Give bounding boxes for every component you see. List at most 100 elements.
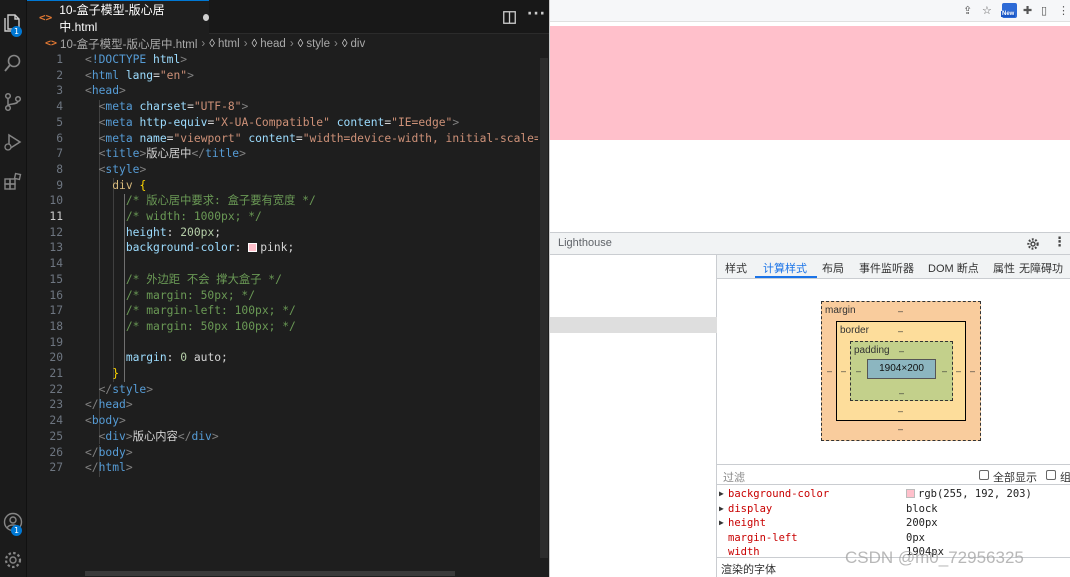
margin-top-value[interactable]: – — [898, 306, 903, 316]
code-line[interactable]: 27 </html> — [27, 460, 537, 476]
extensions-icon[interactable] — [2, 170, 24, 192]
code-line[interactable]: 20 margin: 0 auto; — [27, 350, 537, 366]
line-number: 25 — [49, 429, 63, 443]
settings-gear-icon[interactable] — [2, 549, 24, 571]
unsaved-dot-icon[interactable] — [202, 14, 209, 21]
content-box[interactable]: 1904×200 — [867, 359, 936, 379]
show-all-checkbox[interactable] — [979, 470, 989, 480]
puzzle-extensions-icon[interactable]: ✚ — [1023, 4, 1032, 17]
search-icon[interactable] — [2, 52, 24, 74]
code-line[interactable]: 3 <head> — [27, 83, 537, 99]
split-editor-icon[interactable] — [503, 9, 516, 28]
code-line[interactable]: 26 </body> — [27, 445, 537, 461]
code-line[interactable]: 7 <title>版心居中</title> — [27, 146, 537, 162]
code-line[interactable]: 10 /* 版心居中要求: 盒子要有宽度 */ — [27, 193, 537, 209]
code-editor[interactable]: 1 <!DOCTYPE html> 2 <html lang="en"> 3 <head>… — [27, 52, 549, 572]
extension-new-icon[interactable]: New — [1001, 3, 1017, 18]
code-token: height — [125, 225, 167, 239]
code-line[interactable]: 22 </style> — [27, 382, 537, 398]
scrollbar-thumb[interactable] — [540, 58, 548, 558]
color-swatch-icon[interactable] — [248, 243, 258, 253]
horizontal-scrollbar[interactable] — [85, 571, 455, 576]
group-checkbox[interactable] — [1046, 470, 1056, 480]
computed-property-row[interactable]: ▶ height 200px — [717, 516, 1070, 531]
browser-menu-icon[interactable]: ⋮ — [1058, 4, 1069, 17]
padding-bottom-value[interactable]: – — [899, 388, 904, 398]
breadcrumb-head[interactable]: head — [260, 38, 286, 50]
code-line[interactable]: 18 /* margin: 50px 100px; */ — [27, 319, 537, 335]
code-line[interactable]: 15 /* 外边距 不会 撑大盒子 */ — [27, 272, 537, 288]
breadcrumb-file[interactable]: 10-盒子模型-版心居中.html — [60, 36, 197, 52]
code-line[interactable]: 9 div { — [27, 178, 537, 194]
run-debug-icon[interactable] — [2, 131, 24, 153]
code-text: </body> — [85, 445, 133, 461]
margin-bottom-value[interactable]: – — [898, 424, 903, 434]
more-actions-icon[interactable]: ··· — [527, 6, 546, 22]
filter-input[interactable]: 过滤 — [723, 469, 745, 485]
expand-triangle-icon[interactable]: ▶ — [719, 502, 724, 517]
border-top-value[interactable]: – — [898, 326, 903, 336]
code-line[interactable]: 17 /* margin-left: 100px; */ — [27, 303, 537, 319]
devtools-tab[interactable]: 属性 — [993, 260, 1015, 276]
computed-property-row[interactable]: ▶ display block — [717, 502, 1070, 517]
code-line[interactable]: 12 height: 200px; — [27, 225, 537, 241]
page-div-box[interactable] — [550, 26, 1070, 140]
explorer-icon[interactable]: 1 — [2, 12, 24, 37]
property-name: height — [728, 517, 766, 529]
code-token: > — [146, 382, 154, 396]
bookmark-star-icon[interactable]: ☆ — [982, 4, 992, 17]
breadcrumb-div[interactable]: div — [351, 38, 366, 50]
code-line[interactable]: 23 </head> — [27, 397, 537, 413]
border-left-value[interactable]: – — [841, 366, 846, 376]
code-line[interactable]: 4 <meta charset="UTF-8"> — [27, 99, 537, 115]
code-line[interactable]: 6 <meta name="viewport" content="width=d… — [27, 131, 549, 147]
code-line[interactable]: 14 — [27, 256, 537, 272]
sidebar-panel-icon[interactable]: ▯ — [1041, 4, 1047, 17]
padding-right-value[interactable]: – — [942, 366, 947, 376]
devtools-tab[interactable]: 样式 — [725, 260, 747, 276]
line-number: 4 — [56, 100, 63, 114]
code-line[interactable]: 13 background-color: pink; — [27, 240, 537, 256]
source-control-icon[interactable] — [2, 91, 24, 113]
code-line[interactable]: 11 /* width: 1000px; */ — [27, 209, 537, 225]
border-bottom-value[interactable]: – — [898, 406, 903, 416]
computed-property-row[interactable]: margin-left 0px — [717, 531, 1070, 546]
border-right-value[interactable]: – — [956, 366, 961, 376]
code-line[interactable]: 8 <style> — [27, 162, 537, 178]
devtools-tab[interactable]: 计算样式 — [763, 260, 807, 276]
code-token: title — [205, 147, 240, 161]
margin-right-value[interactable]: – — [970, 366, 975, 376]
rendered-fonts-label[interactable]: 渲染的字体 — [721, 561, 776, 577]
devtools-tab[interactable]: 布局 — [822, 260, 844, 276]
code-line[interactable]: 2 <html lang="en"> — [27, 68, 537, 84]
code-line[interactable]: 19 — [27, 335, 537, 351]
expand-triangle-icon[interactable]: ▶ — [719, 487, 724, 502]
code-token: meta — [105, 100, 133, 114]
breadcrumb-style[interactable]: style — [306, 38, 330, 50]
margin-left-value[interactable]: – — [827, 366, 832, 376]
tab-lighthouse[interactable]: Lighthouse — [558, 237, 612, 249]
selected-element-row[interactable] — [550, 317, 717, 333]
devtools-tab[interactable]: DOM 断点 — [928, 260, 979, 276]
vertical-scrollbar[interactable] — [538, 52, 549, 572]
code-line[interactable]: 5 <meta http-equiv="X-UA-Compatible" con… — [27, 115, 537, 131]
code-line[interactable]: 25 <div>版心内容</div> — [27, 429, 537, 445]
padding-top-value[interactable]: – — [899, 346, 904, 356]
code-token: pink; — [260, 241, 295, 255]
expand-triangle-icon[interactable]: ▶ — [719, 516, 724, 531]
devtools-settings-icon[interactable] — [1026, 236, 1040, 255]
color-swatch-icon[interactable] — [906, 489, 915, 498]
devtools-tab[interactable]: 无障碍功 — [1019, 260, 1063, 276]
account-icon[interactable]: 1 — [2, 511, 24, 536]
devtools-menu-icon[interactable]: ⋮ — [1053, 235, 1066, 250]
padding-left-value[interactable]: – — [856, 366, 861, 376]
code-line[interactable]: 21 } — [27, 366, 537, 382]
code-line[interactable]: 24 <body> — [27, 413, 537, 429]
share-icon[interactable]: ⇪ — [963, 4, 972, 17]
code-line[interactable]: 16 /* margin: 50px; */ — [27, 288, 537, 304]
devtools-tab[interactable]: 事件监听器 — [859, 260, 914, 276]
code-line[interactable]: 1 <!DOCTYPE html> — [27, 52, 537, 68]
breadcrumb-html[interactable]: html — [218, 38, 240, 50]
editor-tab-active[interactable]: <> 10-盒子模型-版心居中.html — [27, 0, 209, 34]
computed-property-row[interactable]: ▶ background-color rgb(255, 192, 203) — [717, 487, 1070, 502]
